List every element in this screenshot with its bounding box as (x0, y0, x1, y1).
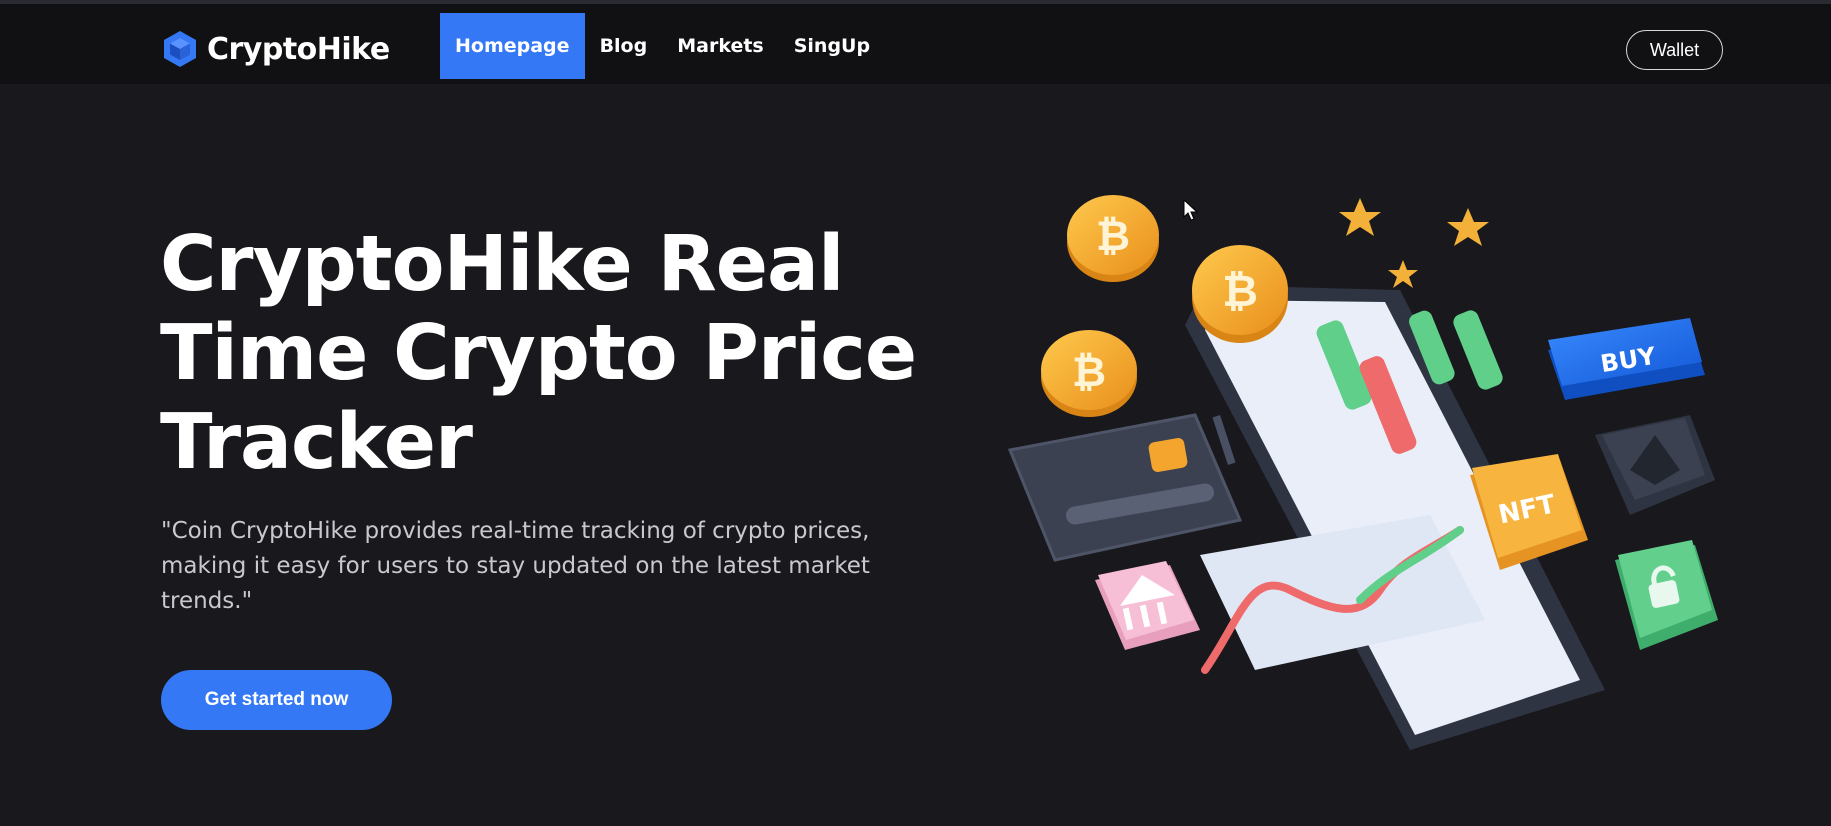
hero-description: "Coin CryptoHike provides real-time trac… (161, 518, 870, 614)
navbar: CryptoHike Homepage Blog Markets SingUp … (0, 4, 1831, 84)
star-icon (1447, 208, 1489, 246)
svg-text:₿: ₿ (1222, 266, 1258, 317)
star-icon (1388, 260, 1418, 288)
bitcoin-coin-icon: ₿ (1192, 245, 1288, 343)
brand-name: CryptoHike (207, 31, 390, 67)
mouse-cursor-icon (1183, 199, 1199, 221)
nav-links: Homepage Blog Markets SingUp (440, 13, 885, 79)
star-icon (1339, 198, 1381, 236)
nav-item-markets[interactable]: Markets (662, 13, 779, 79)
svg-text:₿: ₿ (1096, 211, 1130, 260)
crypto-phone-illustration: ₿ ₿ ₿ BUY NFT (1007, 195, 1718, 750)
nav-item-blog[interactable]: Blog (585, 13, 663, 79)
bank-tile (1095, 561, 1200, 650)
brand-logo[interactable]: CryptoHike (163, 29, 390, 69)
nav-item-signup[interactable]: SingUp (779, 13, 885, 79)
nav-item-homepage[interactable]: Homepage (440, 13, 585, 79)
hero-title: CryptoHike Real Time Crypto Price Tracke… (160, 220, 917, 487)
ethereum-tile (1595, 415, 1715, 515)
lock-tile (1615, 540, 1718, 650)
buy-tile: BUY (1548, 318, 1705, 400)
bitcoin-coin-icon: ₿ (1067, 195, 1159, 282)
wallet-button[interactable]: Wallet (1626, 30, 1723, 70)
svg-text:₿: ₿ (1072, 347, 1106, 396)
cube-icon (164, 31, 196, 67)
credit-card-graphic (1007, 413, 1243, 562)
bitcoin-coin-icon: ₿ (1041, 330, 1137, 417)
get-started-button[interactable]: Get started now (161, 670, 392, 730)
